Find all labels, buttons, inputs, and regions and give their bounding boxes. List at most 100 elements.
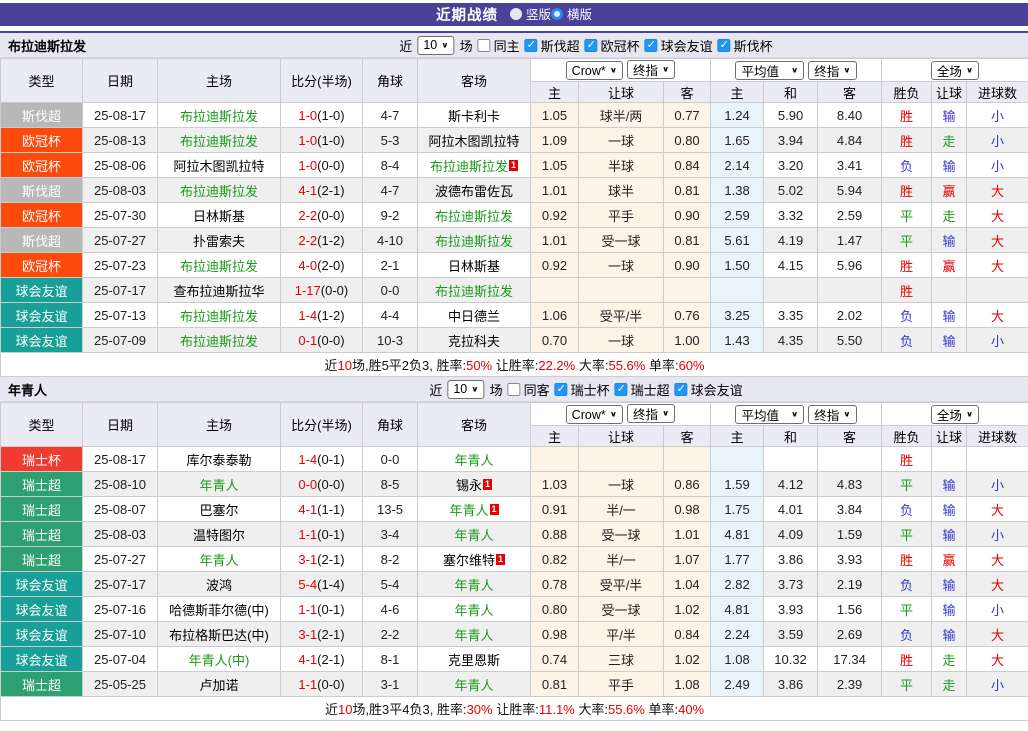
team-name[interactable]: 布拉迪斯拉发 <box>180 334 258 349</box>
crow-home-odds: 1.03 <box>530 471 579 497</box>
same-venue-filter[interactable]: 同客 <box>507 380 550 399</box>
team-name[interactable]: 阿拉木图凯拉特 <box>173 159 264 174</box>
avg-draw-odds: 4.01 <box>763 496 819 522</box>
team-name[interactable]: 查布拉迪斯拉华 <box>173 284 264 299</box>
team-name[interactable]: 布拉迪斯拉发 <box>180 309 258 324</box>
team-name[interactable]: 布拉迪斯拉发 <box>180 184 258 199</box>
team-name[interactable]: 锡永 <box>456 478 482 493</box>
scope-select[interactable]: 全场 <box>930 404 980 424</box>
avg-time-select[interactable]: 终指 <box>808 404 857 424</box>
team-name[interactable]: 年青人 <box>454 628 493 643</box>
checkbox-checked-icon[interactable] <box>674 382 688 396</box>
same-venue-filter[interactable]: 同主 <box>477 36 520 55</box>
result-text: 输 <box>942 233 956 249</box>
team-name[interactable]: 塞尔维特 <box>443 553 495 568</box>
result-text: 小 <box>991 527 1005 543</box>
average-select[interactable]: 平均值 <box>735 60 805 80</box>
result-goals-bet: 小 <box>966 127 1028 153</box>
team-name[interactable]: 布拉迪斯拉发 <box>435 234 513 249</box>
team-name[interactable]: 波德布雷佐瓦 <box>435 184 513 199</box>
team-name[interactable]: 日林斯基 <box>448 259 500 274</box>
scope-select[interactable]: 全场 <box>930 60 980 80</box>
checkbox-checked-icon[interactable] <box>584 38 598 52</box>
team-name[interactable]: 哈德斯菲尔德(中) <box>169 603 269 618</box>
team-name[interactable]: 阿拉木图凯拉特 <box>428 134 519 149</box>
corners-cell: 8-4 <box>362 152 418 178</box>
checkbox-checked-icon[interactable] <box>524 38 538 52</box>
team-name[interactable]: 斯卡利卡 <box>448 109 500 124</box>
team-name[interactable]: 温特图尔 <box>193 528 245 543</box>
league-filter-checkbox[interactable]: 瑞士杯 <box>554 380 610 399</box>
summary-segment: 大率: <box>574 702 608 717</box>
checkbox-unchecked-icon[interactable] <box>477 38 491 52</box>
bookmaker-select[interactable]: Crow* <box>565 61 624 81</box>
avg-away-odds: 3.41 <box>817 152 883 178</box>
avg-time-select[interactable]: 终指 <box>808 60 857 80</box>
match-date: 25-08-10 <box>82 471 158 497</box>
checkbox-checked-icon[interactable] <box>717 38 731 52</box>
team-name[interactable]: 布拉迪斯拉发 <box>180 109 258 124</box>
league-filter-checkbox[interactable]: 球会友谊 <box>644 36 713 55</box>
crow-handicap: 球半/两 <box>578 102 664 128</box>
checkbox-checked-icon[interactable] <box>644 38 658 52</box>
match-count-select[interactable]: 10 <box>417 35 455 55</box>
team-name[interactable]: 克拉科夫 <box>448 334 500 349</box>
team-name[interactable]: 年青人 <box>449 503 488 518</box>
team-name[interactable]: 布拉迪斯拉发 <box>435 209 513 224</box>
radio-selected-icon[interactable] <box>551 7 563 20</box>
checkbox-unchecked-icon[interactable] <box>507 382 521 396</box>
team-name[interactable]: 布拉迪斯拉发 <box>180 259 258 274</box>
team-name[interactable]: 年青人(中) <box>189 653 250 668</box>
avg-draw-odds <box>763 446 819 472</box>
result-handicap-bet: 走 <box>931 646 968 672</box>
team-name[interactable]: 布拉格斯巴达(中) <box>169 628 269 643</box>
team-name[interactable]: 年青人 <box>199 553 238 568</box>
crow-handicap: 半/一 <box>578 496 664 522</box>
team-name[interactable]: 库尔泰泰勒 <box>186 453 251 468</box>
team-name[interactable]: 克里恩斯 <box>448 653 500 668</box>
league-filter-checkbox[interactable]: 斯伐杯 <box>717 36 773 55</box>
bookmaker-select[interactable]: Crow* <box>565 405 624 425</box>
league-filter-checkbox[interactable]: 瑞士超 <box>614 380 670 399</box>
match-count-select[interactable]: 10 <box>447 379 485 399</box>
team-name[interactable]: 波鸿 <box>206 578 232 593</box>
checkbox-checked-icon[interactable] <box>614 382 628 396</box>
match-row: 瑞士超 25-05-25 卢加诺 1-1(0-0) 3-1 年青人 0.81 平手 1.08 2.… <box>0 671 1028 697</box>
result-handicap-bet: 输 <box>931 521 968 547</box>
score-cell: 3-1(2-1) <box>280 621 363 647</box>
layout-radio-selected[interactable]: 横版 <box>551 4 592 23</box>
book-time-select[interactable]: 终指 <box>627 59 676 79</box>
sub-column-header: 主 <box>530 425 579 447</box>
radio-icon[interactable] <box>509 7 522 20</box>
match-row: 瑞士超 25-08-10 年青人 0-0(0-0) 8-5 锡永 1 1.03 一球 0.86 1.… <box>0 471 1028 497</box>
league-filter-checkbox[interactable]: 球会友谊 <box>674 380 743 399</box>
team-name[interactable]: 布拉迪斯拉发 <box>430 159 508 174</box>
team-name[interactable]: 布拉迪斯拉发 <box>180 134 258 149</box>
team-name[interactable]: 年青人 <box>199 478 238 493</box>
avg-away-odds: 1.47 <box>817 227 883 253</box>
result-text: 小 <box>991 333 1005 349</box>
book-time-select[interactable]: 终指 <box>627 403 676 423</box>
team-name[interactable]: 卢加诺 <box>199 678 238 693</box>
league-filter-checkbox[interactable]: 斯伐超 <box>524 36 580 55</box>
team-name[interactable]: 年青人 <box>454 528 493 543</box>
score-cell: 1-1(0-1) <box>280 521 363 547</box>
team-name[interactable]: 扑雷索夫 <box>193 234 245 249</box>
team-name[interactable]: 中日德兰 <box>448 309 500 324</box>
team-name[interactable]: 巴塞尔 <box>199 503 238 518</box>
average-select[interactable]: 平均值 <box>735 404 805 424</box>
result-text: 小 <box>991 133 1005 149</box>
team-name[interactable]: 日林斯基 <box>193 209 245 224</box>
checkbox-checked-icon[interactable] <box>554 382 568 396</box>
result-text: 输 <box>942 627 956 643</box>
team-name[interactable]: 年青人 <box>454 678 493 693</box>
layout-radio-option[interactable]: 竖版 <box>509 4 551 23</box>
avg-home-odds: 1.38 <box>710 177 765 203</box>
league-filter-checkbox[interactable]: 欧冠杯 <box>584 36 640 55</box>
league-badge: 斯伐超 <box>0 177 83 203</box>
team-name[interactable]: 年青人 <box>454 578 493 593</box>
team-name[interactable]: 年青人 <box>454 453 493 468</box>
team-name[interactable]: 年青人 <box>454 603 493 618</box>
avg-home-odds: 2.82 <box>710 571 765 597</box>
team-name[interactable]: 布拉迪斯拉发 <box>435 284 513 299</box>
